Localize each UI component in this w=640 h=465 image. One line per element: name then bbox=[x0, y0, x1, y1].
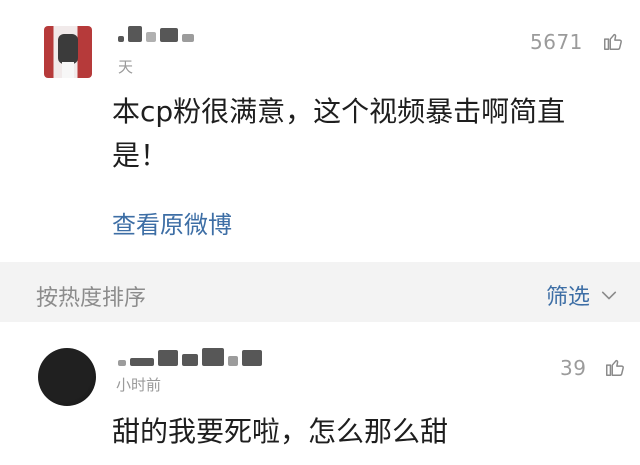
weibo-post: 天 5671 本cp粉很满意，这个视频暴击啊简直是！ 查看原微博 bbox=[0, 0, 640, 262]
comment-author-avatar[interactable] bbox=[38, 348, 96, 406]
comment-time: 小时前 bbox=[116, 376, 162, 394]
filter-button[interactable]: 筛选 bbox=[546, 279, 618, 311]
comment-author-name-blurred[interactable] bbox=[118, 348, 262, 366]
comment-like-count: 39 bbox=[560, 356, 587, 380]
comment-item: 小时前 39 甜的我要死啦，怎么那么甜 bbox=[0, 322, 640, 465]
post-author-avatar[interactable] bbox=[44, 26, 92, 78]
post-like-count: 5671 bbox=[530, 30, 583, 54]
post-author-name-blurred[interactable] bbox=[118, 26, 194, 42]
filter-label: 筛选 bbox=[545, 285, 590, 310]
post-time: 天 bbox=[118, 58, 134, 76]
sort-bar: 按热度排序 筛选 bbox=[0, 262, 640, 322]
view-original-weibo-link[interactable]: 查看原微博 bbox=[112, 205, 232, 240]
thumbs-up-icon[interactable] bbox=[602, 30, 624, 52]
post-text: 本cp粉很满意，这个视频暴击啊简直是！ bbox=[112, 95, 566, 172]
sort-by-hotness[interactable]: 按热度排序 bbox=[36, 280, 146, 312]
chevron-down-icon bbox=[601, 291, 617, 300]
thumbs-up-icon[interactable] bbox=[604, 356, 626, 378]
comment-text: 甜的我要死啦，怎么那么甜 bbox=[112, 415, 449, 448]
